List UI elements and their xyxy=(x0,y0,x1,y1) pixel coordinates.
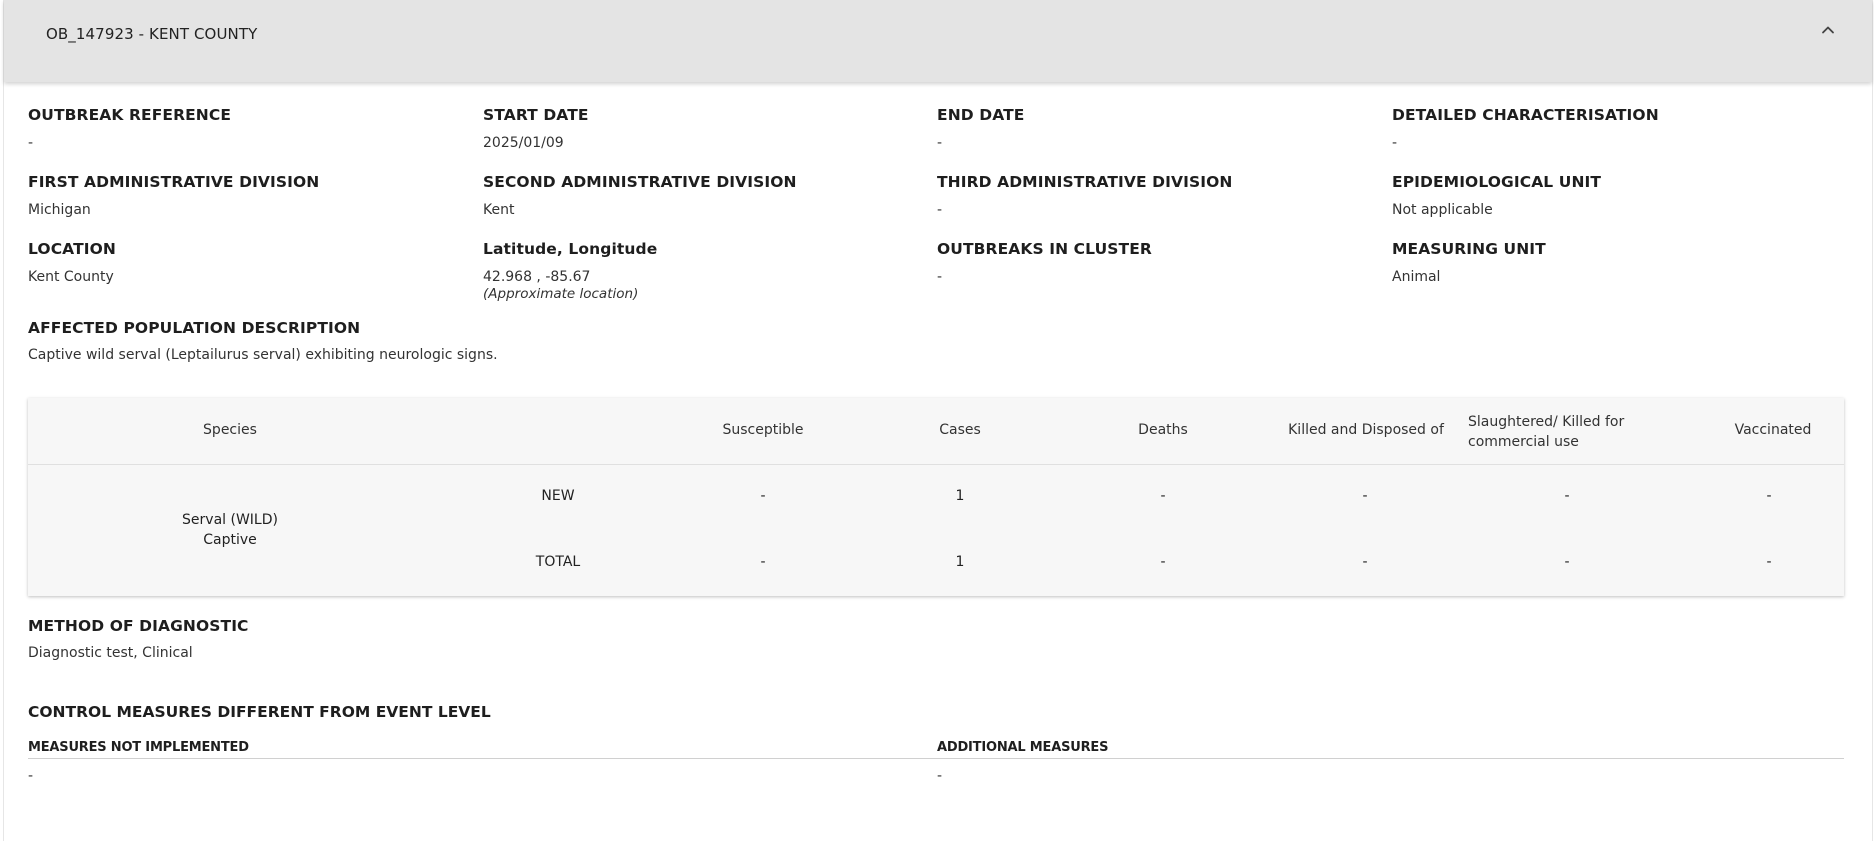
row-type-total: TOTAL xyxy=(535,554,581,570)
field-end-date: END DATE - xyxy=(937,106,1377,151)
outbreak-title: OB_147923 - KENT COUNTY xyxy=(46,25,258,43)
th-killed-disposed: Killed and Disposed of xyxy=(1288,422,1444,438)
outbreak-panel: OB_147923 - KENT COUNTY OUTBREAK REFEREN… xyxy=(3,0,1873,841)
cell-slaughtered: - xyxy=(1564,554,1570,570)
species-table: Species Susceptible Cases Deaths Killed … xyxy=(28,398,1844,596)
field-value: Captive wild serval (Leptailurus serval)… xyxy=(28,347,498,363)
field-value: Michigan xyxy=(28,202,91,218)
field-label: END DATE xyxy=(937,106,1025,124)
field-value: - xyxy=(937,202,943,218)
species-name: Serval (WILD) xyxy=(182,512,278,528)
field-label: OUTBREAKS IN CLUSTER xyxy=(937,240,1152,258)
field-label: START DATE xyxy=(483,106,589,124)
control-measures-divider xyxy=(28,758,1844,759)
field-label: EPIDEMIOLOGICAL UNIT xyxy=(1392,173,1602,191)
measures-not-implemented-label: MEASURES NOT IMPLEMENTED xyxy=(28,740,249,755)
measures-not-implemented-value: - xyxy=(28,768,34,784)
control-measures-heading: CONTROL MEASURES DIFFERENT FROM EVENT LE… xyxy=(28,703,491,721)
field-lat-long: Latitude, Longitude 42.968 , -85.67 (App… xyxy=(483,240,923,302)
cell-cases: 1 xyxy=(955,488,965,504)
outbreak-panel-header[interactable]: OB_147923 - KENT COUNTY xyxy=(4,0,1872,82)
field-label: Latitude, Longitude xyxy=(483,240,658,258)
field-detailed-characterisation: DETAILED CHARACTERISATION - xyxy=(1392,106,1832,151)
additional-measures-value: - xyxy=(937,768,943,784)
field-second-admin-division: SECOND ADMINISTRATIVE DIVISION Kent xyxy=(483,173,923,218)
approximate-location-note: (Approximate location) xyxy=(483,286,639,302)
additional-measures-label: ADDITIONAL MEASURES xyxy=(937,740,1109,755)
field-label: AFFECTED POPULATION DESCRIPTION xyxy=(28,319,361,337)
species-cell: Serval (WILD) Captive xyxy=(28,510,432,550)
field-start-date: START DATE 2025/01/09 xyxy=(483,106,923,151)
cell-killed-disposed: - xyxy=(1362,488,1368,504)
field-value: - xyxy=(1392,135,1398,151)
field-method-of-diagnostic: METHOD OF DIAGNOSTIC Diagnostic test, Cl… xyxy=(28,617,828,661)
th-slaughtered-line2: commercial use xyxy=(1468,434,1579,450)
field-affected-population: AFFECTED POPULATION DESCRIPTION Captive … xyxy=(28,319,1428,363)
field-label: METHOD OF DIAGNOSTIC xyxy=(28,617,249,635)
field-value: 2025/01/09 xyxy=(483,135,564,151)
field-outbreaks-in-cluster: OUTBREAKS IN CLUSTER - xyxy=(937,240,1377,285)
field-label: SECOND ADMINISTRATIVE DIVISION xyxy=(483,173,797,191)
field-third-admin-division: THIRD ADMINISTRATIVE DIVISION - xyxy=(937,173,1377,218)
cell-deaths: - xyxy=(1160,554,1166,570)
cell-vaccinated: - xyxy=(1766,554,1772,570)
field-value: - xyxy=(937,135,943,151)
th-deaths: Deaths xyxy=(1138,422,1188,438)
field-value: - xyxy=(28,135,34,151)
field-value: Not applicable xyxy=(1392,202,1493,218)
field-label: FIRST ADMINISTRATIVE DIVISION xyxy=(28,173,320,191)
th-cases: Cases xyxy=(939,422,981,438)
field-epidemiological-unit: EPIDEMIOLOGICAL UNIT Not applicable xyxy=(1392,173,1832,218)
field-value: Kent County xyxy=(28,269,114,285)
cell-deaths: - xyxy=(1160,488,1166,504)
field-location: LOCATION Kent County xyxy=(28,240,468,285)
cell-killed-disposed: - xyxy=(1362,554,1368,570)
row-type-new: NEW xyxy=(541,488,575,504)
field-label: MEASURING UNIT xyxy=(1392,240,1546,258)
field-label: LOCATION xyxy=(28,240,116,258)
cell-slaughtered: - xyxy=(1564,488,1570,504)
cell-susceptible: - xyxy=(760,554,766,570)
th-species: Species xyxy=(203,422,257,438)
th-susceptible: Susceptible xyxy=(722,422,804,438)
field-label: THIRD ADMINISTRATIVE DIVISION xyxy=(937,173,1233,191)
cell-vaccinated: - xyxy=(1766,488,1772,504)
cell-cases: 1 xyxy=(955,554,965,570)
field-value: 42.968 , -85.67 xyxy=(483,269,591,285)
field-label: OUTBREAK REFERENCE xyxy=(28,106,232,124)
field-value: Kent xyxy=(483,202,515,218)
th-slaughtered-line1: Slaughtered/ Killed for xyxy=(1468,414,1625,430)
field-value: - xyxy=(937,269,943,285)
table-header-row: Species Susceptible Cases Deaths Killed … xyxy=(28,398,1844,465)
cell-susceptible: - xyxy=(760,488,766,504)
chevron-up-icon[interactable] xyxy=(1818,20,1838,40)
field-measuring-unit: MEASURING UNIT Animal xyxy=(1392,240,1832,285)
field-outbreak-reference: OUTBREAK REFERENCE - xyxy=(28,106,468,151)
field-label: DETAILED CHARACTERISATION xyxy=(1392,106,1659,124)
th-slaughtered: Slaughtered/ Killed for commercial use xyxy=(1448,412,1688,452)
field-value: Diagnostic test, Clinical xyxy=(28,645,193,661)
species-type: Captive xyxy=(203,532,257,548)
th-vaccinated: Vaccinated xyxy=(1734,422,1812,438)
field-first-admin-division: FIRST ADMINISTRATIVE DIVISION Michigan xyxy=(28,173,468,218)
field-value: Animal xyxy=(1392,269,1441,285)
